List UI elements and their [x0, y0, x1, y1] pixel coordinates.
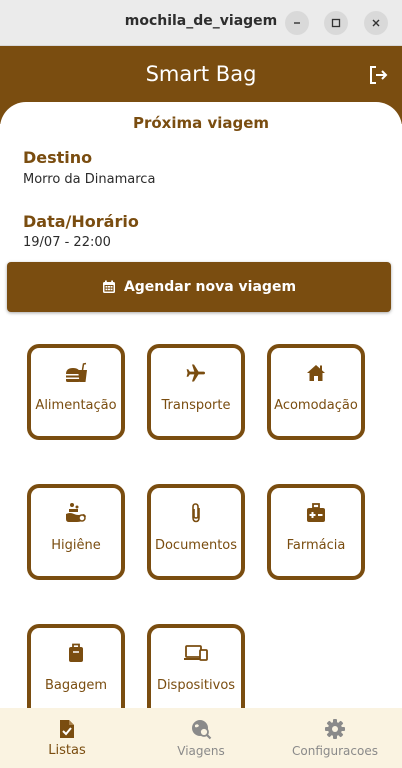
nav-item-listas[interactable]: Listas — [0, 708, 134, 768]
devices-icon — [184, 645, 208, 661]
next-trip-title: Próxima viagem — [132, 114, 270, 132]
nav-item-configuracoes[interactable]: Configuracoes — [268, 708, 402, 768]
destination-label: Destino — [23, 148, 93, 167]
checklist-icon — [60, 720, 74, 738]
category-tile-higiene[interactable]: Higiêne — [27, 484, 125, 580]
globe-search-icon — [192, 720, 212, 740]
category-tile-bagagem[interactable]: Bagagem — [27, 624, 125, 708]
category-label: Higiêne — [51, 538, 101, 553]
category-tile-transporte[interactable]: Transporte — [147, 344, 245, 440]
minimize-icon — [294, 22, 300, 24]
house-icon — [307, 365, 325, 381]
nav-label: Configuracoes — [292, 744, 378, 758]
category-tile-alimentacao[interactable]: Alimentação — [27, 344, 125, 440]
nav-label: Listas — [48, 743, 86, 758]
category-label: Documentos — [154, 538, 238, 553]
app-title: Smart Bag — [145, 62, 257, 86]
burger-soda-icon — [66, 362, 87, 382]
datetime-label: Data/Horário — [23, 212, 139, 231]
category-tile-dispositivos[interactable]: Dispositivos — [147, 624, 245, 708]
calendar-icon — [102, 280, 115, 293]
category-label: Alimentação — [35, 398, 117, 413]
logout-icon — [370, 66, 388, 84]
gear-icon — [325, 719, 345, 739]
close-icon — [372, 19, 380, 27]
main-content: Próxima viagem Destino Morro da Dinamarc… — [0, 102, 402, 708]
soap-icon — [66, 503, 86, 522]
nav-item-viagens[interactable]: Viagens — [134, 708, 268, 768]
category-label: Dispositivos — [156, 678, 236, 693]
medkit-icon — [307, 503, 325, 522]
maximize-button[interactable] — [324, 11, 348, 35]
category-label: Farmácia — [286, 538, 346, 553]
schedule-trip-label: Agendar nova viagem — [123, 279, 297, 295]
datetime-value: 19/07 - 22:00 — [23, 235, 111, 250]
nav-label: Viagens — [177, 744, 225, 758]
logout-button[interactable] — [367, 64, 389, 86]
category-tile-farmacia[interactable]: Farmácia — [267, 484, 365, 580]
category-label: Acomodação — [274, 398, 358, 413]
schedule-trip-button[interactable]: Agendar nova viagem — [7, 262, 391, 312]
bottom-navigation: Listas Viagens Configuracoes — [0, 708, 402, 768]
window-titlebar: mochila_de_viagem — [0, 0, 402, 46]
close-button[interactable] — [364, 11, 388, 35]
destination-value: Morro da Dinamarca — [23, 172, 156, 187]
category-tile-documentos[interactable]: Documentos — [147, 484, 245, 580]
minimize-button[interactable] — [285, 11, 309, 35]
category-label: Transporte — [161, 398, 231, 413]
airplane-icon — [186, 364, 205, 382]
category-tile-acomodacao[interactable]: Acomodação — [267, 344, 365, 440]
paperclip-icon — [192, 503, 200, 523]
maximize-icon — [331, 18, 341, 28]
category-label: Bagagem — [44, 678, 108, 693]
suitcase-icon — [69, 643, 83, 662]
